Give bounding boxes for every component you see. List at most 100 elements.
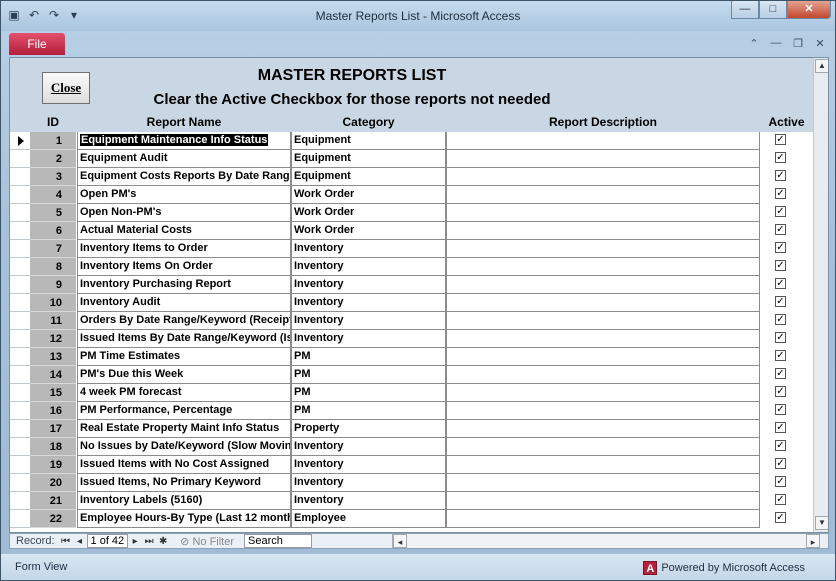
report-name-field[interactable]: Inventory Audit bbox=[77, 294, 291, 312]
description-field[interactable] bbox=[446, 168, 760, 186]
report-name-field[interactable]: PM Time Estimates bbox=[77, 348, 291, 366]
category-field[interactable]: PM bbox=[291, 366, 446, 384]
description-field[interactable] bbox=[446, 132, 760, 150]
record-selector[interactable] bbox=[10, 366, 30, 384]
record-selector[interactable] bbox=[10, 168, 30, 186]
restore-object-icon[interactable]: ❐ bbox=[791, 37, 805, 50]
description-field[interactable] bbox=[446, 276, 760, 294]
record-selector[interactable] bbox=[10, 132, 30, 150]
close-window-button[interactable]: ✕ bbox=[787, 1, 831, 19]
description-field[interactable] bbox=[446, 222, 760, 240]
category-field[interactable]: Employee bbox=[291, 510, 446, 528]
category-field[interactable]: PM bbox=[291, 348, 446, 366]
active-checkbox[interactable]: ✓ bbox=[775, 134, 786, 145]
description-field[interactable] bbox=[446, 510, 760, 528]
report-name-field[interactable]: 4 week PM forecast bbox=[77, 384, 291, 402]
maximize-button[interactable]: □ bbox=[759, 1, 787, 19]
report-name-field[interactable]: Open PM's bbox=[77, 186, 291, 204]
category-field[interactable]: Inventory bbox=[291, 330, 446, 348]
report-name-field[interactable]: PM's Due this Week bbox=[77, 366, 291, 384]
category-field[interactable]: Inventory bbox=[291, 240, 446, 258]
next-record-icon[interactable]: ▸ bbox=[128, 536, 142, 547]
new-record-icon[interactable]: ✱ bbox=[156, 536, 170, 547]
report-name-field[interactable]: Equipment Maintenance Info Status bbox=[77, 132, 291, 150]
description-field[interactable] bbox=[446, 366, 760, 384]
active-checkbox[interactable]: ✓ bbox=[775, 152, 786, 163]
report-name-field[interactable]: Inventory Purchasing Report bbox=[77, 276, 291, 294]
active-checkbox[interactable]: ✓ bbox=[775, 422, 786, 433]
active-checkbox[interactable]: ✓ bbox=[775, 350, 786, 361]
record-selector[interactable] bbox=[10, 474, 30, 492]
report-name-field[interactable]: Issued Items with No Cost Assigned bbox=[77, 456, 291, 474]
record-selector[interactable] bbox=[10, 222, 30, 240]
close-button[interactable]: Close bbox=[42, 72, 90, 104]
active-checkbox[interactable]: ✓ bbox=[775, 206, 786, 217]
description-field[interactable] bbox=[446, 330, 760, 348]
record-selector[interactable] bbox=[10, 456, 30, 474]
active-checkbox[interactable]: ✓ bbox=[775, 368, 786, 379]
last-record-icon[interactable]: ⏭ bbox=[142, 536, 156, 547]
report-name-field[interactable]: Orders By Date Range/Keyword (Receipts) bbox=[77, 312, 291, 330]
record-selector[interactable] bbox=[10, 276, 30, 294]
record-selector[interactable] bbox=[10, 420, 30, 438]
category-field[interactable]: Inventory bbox=[291, 474, 446, 492]
description-field[interactable] bbox=[446, 348, 760, 366]
description-field[interactable] bbox=[446, 456, 760, 474]
record-selector[interactable] bbox=[10, 492, 30, 510]
record-selector[interactable] bbox=[10, 312, 30, 330]
description-field[interactable] bbox=[446, 204, 760, 222]
category-field[interactable]: Inventory bbox=[291, 276, 446, 294]
record-selector[interactable] bbox=[10, 258, 30, 276]
minimize-button[interactable]: — bbox=[731, 1, 759, 19]
collapse-ribbon-icon[interactable]: ⌃ bbox=[747, 37, 761, 50]
file-tab[interactable]: File bbox=[9, 33, 65, 55]
report-name-field[interactable]: Inventory Items to Order bbox=[77, 240, 291, 258]
category-field[interactable]: PM bbox=[291, 384, 446, 402]
category-field[interactable]: Inventory bbox=[291, 438, 446, 456]
report-name-field[interactable]: Open Non-PM's bbox=[77, 204, 291, 222]
description-field[interactable] bbox=[446, 438, 760, 456]
category-field[interactable]: Inventory bbox=[291, 492, 446, 510]
report-name-field[interactable]: Inventory Labels (5160) bbox=[77, 492, 291, 510]
record-selector[interactable] bbox=[10, 204, 30, 222]
active-checkbox[interactable]: ✓ bbox=[775, 476, 786, 487]
record-selector[interactable] bbox=[10, 186, 30, 204]
active-checkbox[interactable]: ✓ bbox=[775, 458, 786, 469]
active-checkbox[interactable]: ✓ bbox=[775, 404, 786, 415]
report-name-field[interactable]: Actual Material Costs bbox=[77, 222, 291, 240]
scroll-left-icon[interactable]: ◂ bbox=[393, 534, 407, 548]
category-field[interactable]: Work Order bbox=[291, 222, 446, 240]
active-checkbox[interactable]: ✓ bbox=[775, 242, 786, 253]
report-name-field[interactable]: Inventory Items On Order bbox=[77, 258, 291, 276]
report-name-field[interactable]: Equipment Costs Reports By Date Range bbox=[77, 168, 291, 186]
no-filter-button[interactable]: ⊘ No Filter bbox=[180, 535, 234, 548]
close-object-icon[interactable]: ✕ bbox=[813, 37, 827, 50]
active-checkbox[interactable]: ✓ bbox=[775, 440, 786, 451]
category-field[interactable]: Equipment bbox=[291, 132, 446, 150]
category-field[interactable]: Equipment bbox=[291, 150, 446, 168]
active-checkbox[interactable]: ✓ bbox=[775, 494, 786, 505]
record-selector[interactable] bbox=[10, 294, 30, 312]
category-field[interactable]: Work Order bbox=[291, 186, 446, 204]
active-checkbox[interactable]: ✓ bbox=[775, 296, 786, 307]
category-field[interactable]: Work Order bbox=[291, 204, 446, 222]
report-name-field[interactable]: Real Estate Property Maint Info Status bbox=[77, 420, 291, 438]
category-field[interactable]: Equipment bbox=[291, 168, 446, 186]
vertical-scrollbar[interactable]: ▲ ▼ bbox=[813, 58, 828, 532]
description-field[interactable] bbox=[446, 240, 760, 258]
category-field[interactable]: PM bbox=[291, 402, 446, 420]
horizontal-scrollbar[interactable]: ◂ ▸ bbox=[392, 534, 820, 548]
record-selector[interactable] bbox=[10, 438, 30, 456]
record-selector[interactable] bbox=[10, 384, 30, 402]
active-checkbox[interactable]: ✓ bbox=[775, 260, 786, 271]
category-field[interactable]: Inventory bbox=[291, 258, 446, 276]
report-name-field[interactable]: No Issues by Date/Keyword (Slow Moving) bbox=[77, 438, 291, 456]
description-field[interactable] bbox=[446, 150, 760, 168]
category-field[interactable]: Inventory bbox=[291, 312, 446, 330]
search-input[interactable]: Search bbox=[244, 534, 313, 548]
record-position-input[interactable]: 1 of 42 bbox=[86, 534, 129, 548]
category-field[interactable]: Inventory bbox=[291, 294, 446, 312]
active-checkbox[interactable]: ✓ bbox=[775, 512, 786, 523]
previous-record-icon[interactable]: ◂ bbox=[73, 536, 87, 547]
report-name-field[interactable]: Equipment Audit bbox=[77, 150, 291, 168]
